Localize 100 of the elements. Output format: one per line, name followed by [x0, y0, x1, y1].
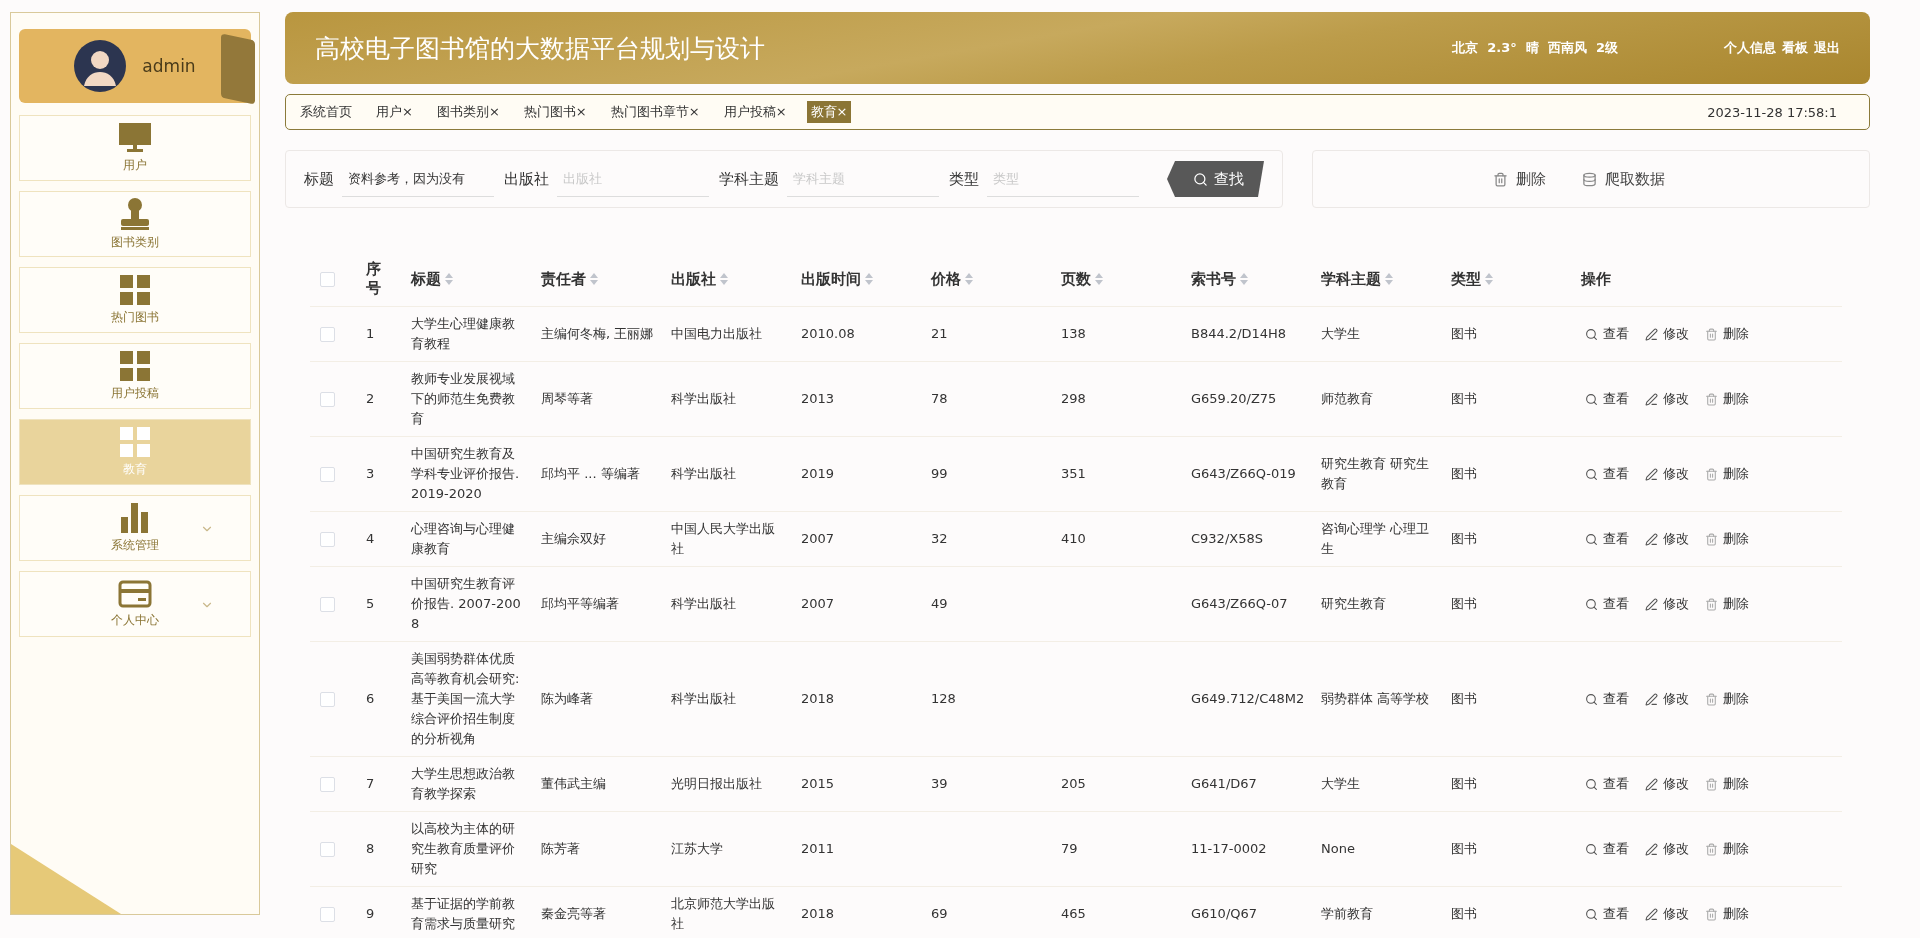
- search-button[interactable]: 查找: [1167, 161, 1264, 197]
- sidebar-item[interactable]: 热门图书: [19, 267, 251, 333]
- checkbox[interactable]: [320, 596, 335, 612]
- delete-button[interactable]: 删除: [1487, 168, 1552, 190]
- edit-link[interactable]: 修改: [1645, 840, 1689, 858]
- table-cell-text: G641/D67: [1190, 775, 1258, 793]
- table-cell-text: 大学生: [1320, 775, 1361, 793]
- grid-icon: [120, 426, 150, 457]
- column-header[interactable]: 责任者: [531, 256, 661, 302]
- view-link[interactable]: 查看: [1585, 465, 1629, 483]
- table-cell-text: G643/Z66Q-019: [1190, 465, 1297, 483]
- column-header[interactable]: 学科主题: [1311, 256, 1441, 302]
- table-cell-text: 6: [365, 690, 376, 708]
- delete-link[interactable]: 删除: [1705, 775, 1749, 793]
- table-cell-text: 中国研究生教育评价报告. 2007-2008: [410, 575, 522, 633]
- search-field[interactable]: 资料参考，因为没有: [342, 161, 494, 197]
- sort-icon[interactable]: [965, 273, 973, 285]
- table-cell-text: 图书: [1450, 905, 1478, 923]
- edit-link[interactable]: 修改: [1645, 690, 1689, 708]
- delete-link[interactable]: 删除: [1705, 905, 1749, 923]
- sidebar-item[interactable]: 用户投稿: [19, 343, 251, 409]
- search-icon: [1585, 692, 1598, 706]
- page-tab[interactable]: 热门图书章节×: [606, 101, 704, 123]
- view-link[interactable]: 查看: [1585, 595, 1629, 613]
- sidebar-item[interactable]: 系统管理: [19, 495, 251, 561]
- table-cell-text: 研究生教育: [1320, 595, 1387, 613]
- table-cell-text: 7: [365, 775, 376, 793]
- view-link[interactable]: 查看: [1585, 325, 1629, 343]
- sidebar-item[interactable]: 个人中心: [19, 571, 251, 637]
- sort-icon[interactable]: [1485, 273, 1493, 285]
- edit-link[interactable]: 修改: [1645, 325, 1689, 343]
- edit-link[interactable]: 修改: [1645, 775, 1689, 793]
- column-header[interactable]: 标题: [401, 256, 531, 302]
- column-header[interactable]: 索书号: [1181, 256, 1311, 302]
- table-cell-text: 298: [1060, 390, 1087, 408]
- table-cell-text: 邱均平等编著: [540, 595, 620, 613]
- table-cell-text: 410: [1060, 530, 1087, 548]
- table-cell-text: 128: [930, 690, 957, 708]
- checkbox[interactable]: [320, 841, 335, 857]
- edit-link[interactable]: 修改: [1645, 905, 1689, 923]
- table-cell-text: 78: [930, 390, 949, 408]
- column-header[interactable]: 出版社: [661, 256, 791, 302]
- page-tab[interactable]: 用户投稿×: [719, 101, 791, 123]
- sort-icon[interactable]: [1385, 273, 1393, 285]
- sidebar-item[interactable]: 图书类别: [19, 191, 251, 257]
- page-tab[interactable]: 系统首页: [296, 101, 356, 123]
- sort-icon[interactable]: [1095, 273, 1103, 285]
- checkbox[interactable]: [320, 906, 335, 922]
- page-tab[interactable]: 图书类别×: [432, 101, 504, 123]
- table-cell-text: 秦金亮等著: [540, 905, 607, 923]
- table-cell-text: 北京师范大学出版社: [670, 895, 776, 933]
- sort-icon[interactable]: [720, 273, 728, 285]
- table-cell-text: 科学出版社: [670, 390, 737, 408]
- delete-link[interactable]: 删除: [1705, 325, 1749, 343]
- page-tab[interactable]: 用户×: [372, 101, 417, 123]
- edit-link[interactable]: 修改: [1645, 595, 1689, 613]
- table-cell-text: 图书: [1450, 690, 1478, 708]
- table-cell-text: 99: [930, 465, 949, 483]
- checkbox[interactable]: [320, 326, 335, 342]
- grid-icon: [120, 350, 150, 381]
- edit-link[interactable]: 修改: [1645, 465, 1689, 483]
- delete-link[interactable]: 删除: [1705, 390, 1749, 408]
- sort-icon[interactable]: [445, 273, 453, 285]
- page-tab[interactable]: 热门图书×: [519, 101, 591, 123]
- view-link[interactable]: 查看: [1585, 775, 1629, 793]
- crawl-button[interactable]: 爬取数据: [1576, 168, 1671, 190]
- delete-link[interactable]: 删除: [1705, 690, 1749, 708]
- search-icon: [1193, 171, 1208, 187]
- table-cell-text: 科学出版社: [670, 690, 737, 708]
- view-link[interactable]: 查看: [1585, 840, 1629, 858]
- delete-link[interactable]: 删除: [1705, 465, 1749, 483]
- edit-link[interactable]: 修改: [1645, 390, 1689, 408]
- column-header[interactable]: 页数: [1051, 256, 1181, 302]
- view-link[interactable]: 查看: [1585, 530, 1629, 548]
- column-header[interactable]: 价格: [921, 256, 1051, 302]
- checkbox[interactable]: [320, 466, 335, 482]
- sidebar-item[interactable]: 用户: [19, 115, 251, 181]
- view-link[interactable]: 查看: [1585, 690, 1629, 708]
- app-title: 高校电子图书馆的大数据平台规划与设计: [315, 32, 766, 65]
- sort-icon[interactable]: [590, 273, 598, 285]
- pencil-icon: [1645, 907, 1658, 921]
- checkbox[interactable]: [320, 776, 335, 792]
- edit-link[interactable]: 修改: [1645, 530, 1689, 548]
- column-header[interactable]: 出版时间: [791, 256, 921, 302]
- view-link[interactable]: 查看: [1585, 905, 1629, 923]
- checkbox[interactable]: [320, 531, 335, 547]
- pencil-icon: [1645, 467, 1658, 481]
- column-header[interactable]: 类型: [1441, 256, 1571, 302]
- checkbox[interactable]: [320, 271, 335, 287]
- delete-link[interactable]: 删除: [1705, 530, 1749, 548]
- table-cell-text: 科学出版社: [670, 595, 737, 613]
- view-link[interactable]: 查看: [1585, 390, 1629, 408]
- checkbox[interactable]: [320, 391, 335, 407]
- checkbox[interactable]: [320, 691, 335, 707]
- delete-link[interactable]: 删除: [1705, 595, 1749, 613]
- delete-link[interactable]: 删除: [1705, 840, 1749, 858]
- sort-icon[interactable]: [865, 273, 873, 285]
- table-cell-text: 美国弱势群体优质高等教育机会研究: 基于美国一流大学综合评价招生制度的分析视角: [410, 650, 521, 748]
- sort-icon[interactable]: [1240, 273, 1248, 285]
- page-tab[interactable]: 教育×: [806, 101, 852, 123]
